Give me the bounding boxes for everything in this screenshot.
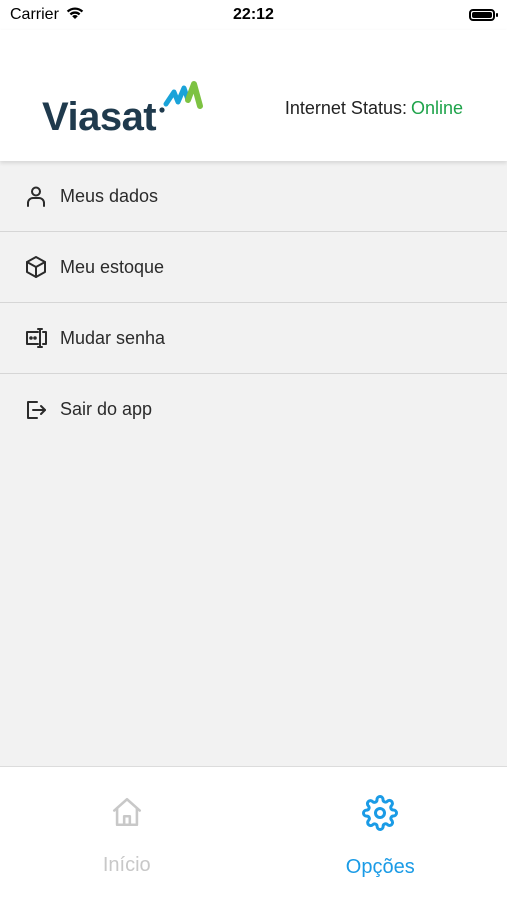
status-left: Carrier — [10, 6, 85, 25]
box-icon — [22, 253, 50, 281]
menu-item-label: Sair do app — [60, 399, 153, 419]
menu-item-mudar-senha[interactable]: Mudar senha — [0, 303, 507, 374]
internet-status: Internet Status: Online — [285, 98, 463, 119]
gear-icon — [362, 795, 399, 836]
menu-item-label: Mudar senha — [60, 327, 166, 348]
tab-label-opcoes: Opções — [345, 856, 415, 878]
tab-bar: Início Opções — [0, 766, 507, 900]
status-bar: Carrier 22:12 — [0, 0, 507, 30]
viasat-logo: Viasat — [42, 80, 206, 137]
home-icon — [110, 795, 144, 834]
menu-item-label: Meu estoque — [60, 256, 165, 277]
internet-status-label: Internet Status: — [284, 98, 407, 118]
battery-icon — [469, 9, 498, 21]
password-icon — [22, 324, 50, 352]
menu-item-meus-dados[interactable]: Meus dados — [0, 161, 507, 232]
tab-opcoes[interactable]: Opções — [254, 767, 507, 900]
internet-status-value: Online — [410, 98, 463, 118]
app-header: Viasat Internet Status: Online — [0, 30, 507, 161]
menu-item-label: Meus dados — [60, 185, 159, 206]
tab-label-inicio: Início — [102, 854, 151, 876]
logo-text: Viasat — [42, 95, 157, 139]
logo-mark-icon — [158, 80, 206, 123]
tab-inicio[interactable]: Início — [0, 767, 254, 900]
carrier-label: Carrier — [10, 6, 59, 23]
menu-item-meu-estoque[interactable]: Meu estoque — [0, 232, 507, 303]
options-menu: Meus dados Meu estoque Mudar senha Sair … — [0, 161, 507, 445]
wifi-icon — [65, 6, 85, 25]
user-icon — [22, 182, 50, 210]
logout-icon — [22, 396, 50, 424]
screen: Carrier 22:12 Viasat Internet Status: On… — [0, 0, 507, 900]
menu-item-sair-do-app[interactable]: Sair do app — [0, 374, 507, 445]
